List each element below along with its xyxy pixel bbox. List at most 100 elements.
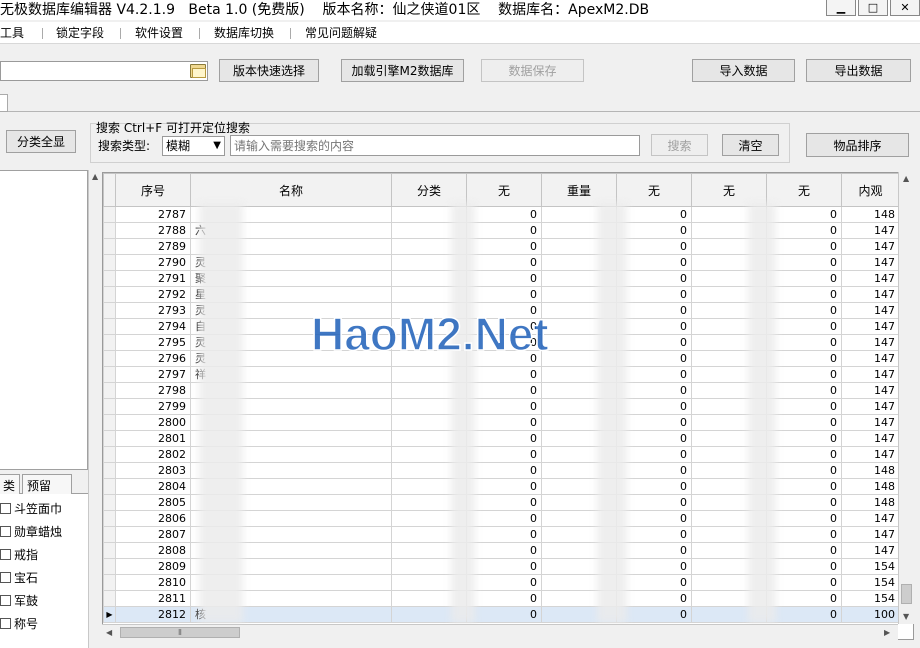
table-cell[interactable]: 2810: [115, 574, 191, 591]
table-cell[interactable]: 0: [766, 558, 842, 575]
table-cell[interactable]: 147: [841, 350, 900, 367]
table-cell[interactable]: 147: [841, 430, 900, 447]
column-header[interactable]: 名称: [190, 173, 392, 207]
column-header[interactable]: 无: [466, 173, 542, 207]
table-cell[interactable]: 154: [841, 574, 900, 591]
maximize-icon[interactable]: □: [858, 0, 888, 16]
row-marker[interactable]: [103, 350, 116, 367]
table-cell[interactable]: 147: [841, 238, 900, 255]
table-cell[interactable]: 2806: [115, 510, 191, 527]
row-marker[interactable]: ▶: [103, 606, 116, 623]
quick-select-button[interactable]: 版本快速选择: [219, 59, 319, 82]
row-marker[interactable]: [103, 430, 116, 447]
table-cell[interactable]: 0: [766, 302, 842, 319]
table-cell[interactable]: 2793: [115, 302, 191, 319]
checkbox-icon[interactable]: [0, 595, 11, 606]
data-grid[interactable]: 序号名称分类无重量无无无内观 27870001482788六0001472789…: [102, 172, 914, 640]
table-cell[interactable]: 148: [841, 494, 900, 511]
column-header[interactable]: 无: [766, 173, 842, 207]
category-checkbox-item[interactable]: 称号: [0, 614, 38, 634]
show-all-categories-button[interactable]: 分类全显: [6, 130, 76, 153]
table-cell[interactable]: 0: [766, 510, 842, 527]
table-cell[interactable]: 147: [841, 366, 900, 383]
table-cell[interactable]: 0: [616, 478, 692, 495]
table-cell[interactable]: 2801: [115, 430, 191, 447]
row-marker[interactable]: [103, 526, 116, 543]
table-cell[interactable]: 0: [466, 430, 542, 447]
table-cell[interactable]: 147: [841, 302, 900, 319]
category-checkbox-item[interactable]: 勋章蜡烛: [0, 522, 62, 542]
column-header[interactable]: 无: [691, 173, 767, 207]
table-cell[interactable]: 0: [466, 558, 542, 575]
tab-reserved[interactable]: 预留: [22, 474, 72, 494]
table-cell[interactable]: 0: [766, 590, 842, 607]
table-cell[interactable]: 2807: [115, 526, 191, 543]
scroll-up-icon[interactable]: ▲: [92, 172, 98, 181]
table-cell[interactable]: 0: [766, 398, 842, 415]
table-cell[interactable]: 0: [616, 574, 692, 591]
table-cell[interactable]: 0: [616, 526, 692, 543]
table-cell[interactable]: 0: [466, 206, 542, 223]
table-cell[interactable]: 147: [841, 334, 900, 351]
checkbox-icon[interactable]: [0, 549, 11, 560]
table-cell[interactable]: 0: [466, 366, 542, 383]
table-cell[interactable]: 0: [466, 270, 542, 287]
scroll-up-icon[interactable]: ▲: [903, 174, 909, 183]
table-cell[interactable]: 147: [841, 446, 900, 463]
row-marker[interactable]: [103, 446, 116, 463]
table-cell[interactable]: 0: [766, 606, 842, 623]
row-marker[interactable]: [103, 574, 116, 591]
table-cell[interactable]: 147: [841, 510, 900, 527]
table-cell[interactable]: 0: [616, 606, 692, 623]
table-cell[interactable]: 147: [841, 526, 900, 543]
search-input[interactable]: [230, 135, 640, 156]
export-data-button[interactable]: 导出数据: [806, 59, 911, 82]
table-cell[interactable]: 0: [766, 382, 842, 399]
grid-horizontal-scrollbar[interactable]: ◀ Ⅱ ▶: [102, 624, 898, 640]
table-cell[interactable]: 0: [766, 270, 842, 287]
table-cell[interactable]: 0: [616, 350, 692, 367]
table-cell[interactable]: 2792: [115, 286, 191, 303]
row-marker[interactable]: [103, 398, 116, 415]
table-cell[interactable]: 0: [466, 446, 542, 463]
table-cell[interactable]: 0: [616, 270, 692, 287]
table-cell[interactable]: 0: [766, 350, 842, 367]
table-cell[interactable]: 147: [841, 398, 900, 415]
db-path-input[interactable]: [0, 61, 208, 81]
row-marker[interactable]: [103, 286, 116, 303]
table-cell[interactable]: 0: [766, 366, 842, 383]
row-marker[interactable]: [103, 366, 116, 383]
scroll-down-icon[interactable]: ▼: [903, 612, 909, 621]
import-data-button[interactable]: 导入数据: [692, 59, 795, 82]
table-cell[interactable]: 147: [841, 222, 900, 239]
table-cell[interactable]: 0: [466, 254, 542, 271]
table-cell[interactable]: 0: [766, 206, 842, 223]
table-cell[interactable]: 0: [616, 366, 692, 383]
table-cell[interactable]: 0: [616, 542, 692, 559]
table-cell[interactable]: 100: [841, 606, 900, 623]
table-cell[interactable]: 0: [616, 254, 692, 271]
menu-software-settings[interactable]: 软件设置: [135, 25, 183, 41]
table-cell[interactable]: 0: [466, 398, 542, 415]
row-marker[interactable]: [103, 542, 116, 559]
table-cell[interactable]: 0: [616, 238, 692, 255]
row-marker[interactable]: [103, 302, 116, 319]
table-cell[interactable]: 0: [466, 222, 542, 239]
checkbox-icon[interactable]: [0, 503, 11, 514]
menu-lock-fields[interactable]: 锁定字段: [56, 25, 104, 41]
scroll-thumb[interactable]: Ⅱ: [120, 627, 240, 638]
row-marker[interactable]: [103, 206, 116, 223]
table-cell[interactable]: 0: [766, 414, 842, 431]
item-sort-button[interactable]: 物品排序: [806, 133, 909, 157]
menu-db-switch[interactable]: 数据库切换: [214, 25, 274, 41]
table-cell[interactable]: 0: [616, 334, 692, 351]
table-cell[interactable]: 0: [766, 318, 842, 335]
table-cell[interactable]: 0: [766, 222, 842, 239]
table-cell[interactable]: 0: [616, 430, 692, 447]
category-checkbox-item[interactable]: 戒指: [0, 545, 38, 565]
table-cell[interactable]: 2795: [115, 334, 191, 351]
row-marker[interactable]: [103, 334, 116, 351]
row-marker[interactable]: [103, 254, 116, 271]
table-cell[interactable]: 147: [841, 542, 900, 559]
table-cell[interactable]: 0: [766, 462, 842, 479]
